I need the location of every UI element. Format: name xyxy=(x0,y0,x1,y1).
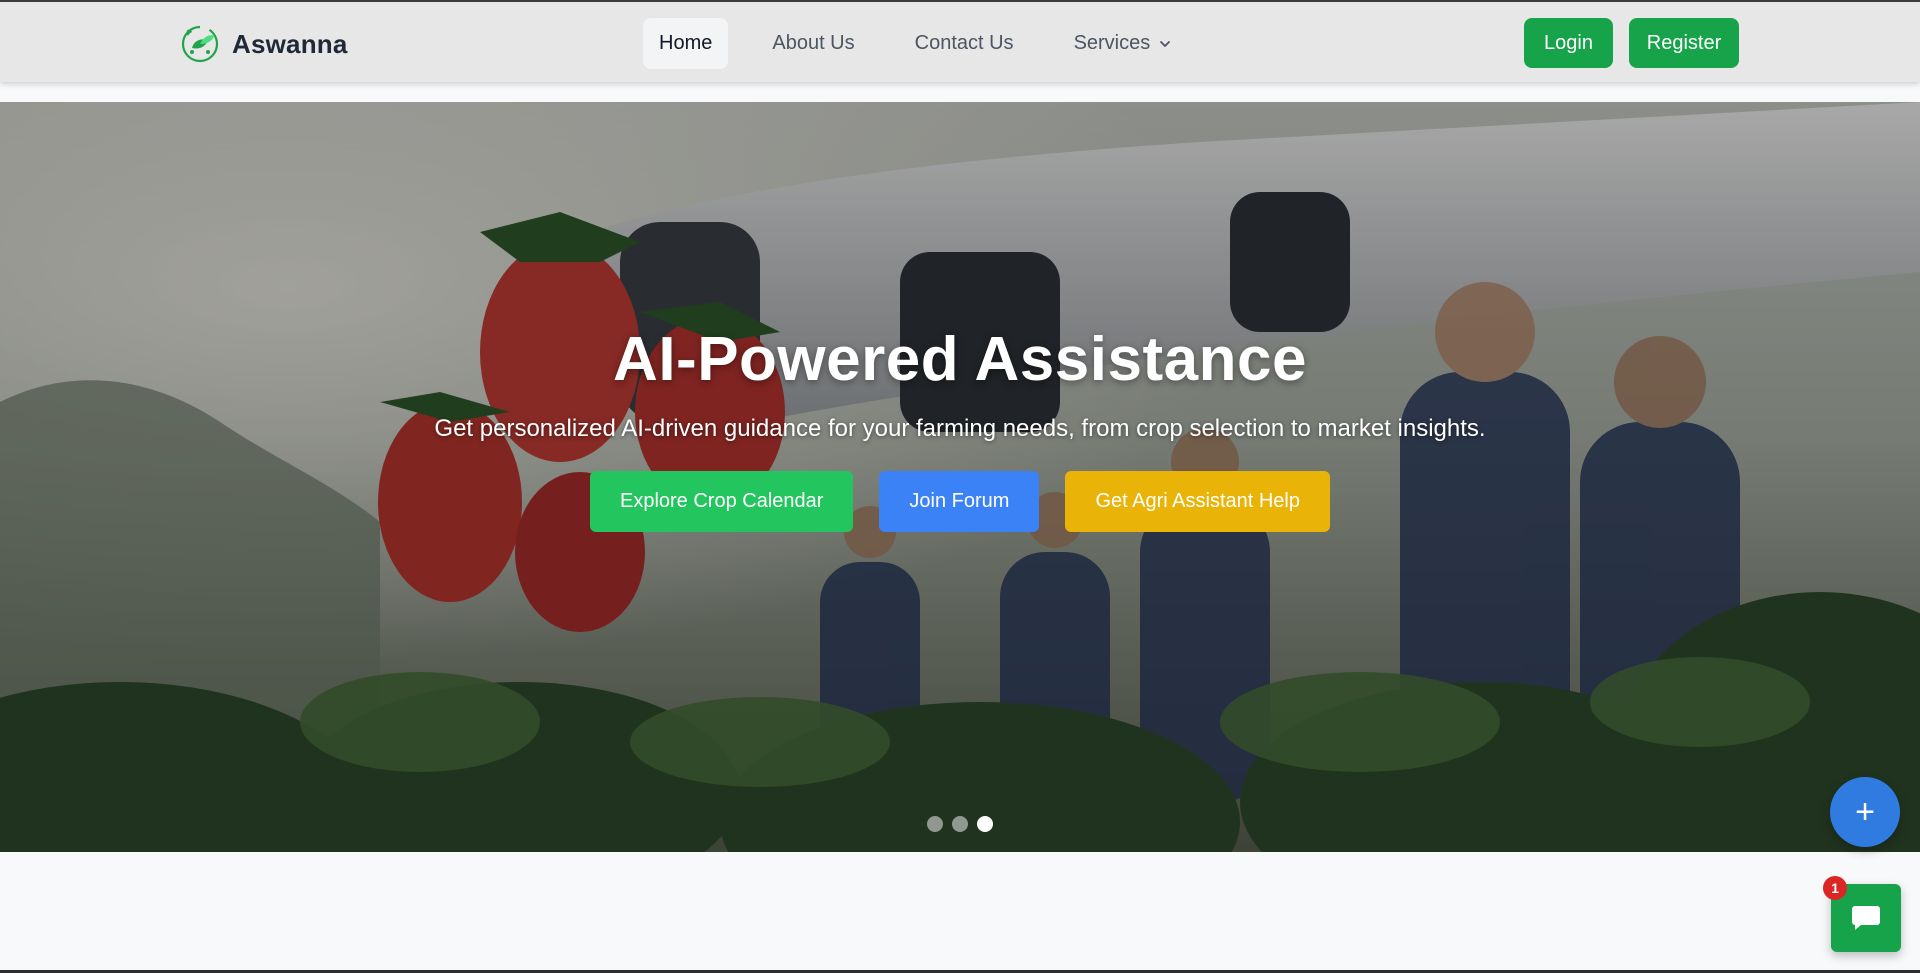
login-button[interactable]: Login xyxy=(1524,18,1613,68)
floating-add-button[interactable]: + xyxy=(1830,777,1900,847)
auth-buttons: Login Register xyxy=(1524,18,1739,68)
hero-actions: Explore Crop Calendar Join Forum Get Agr… xyxy=(0,471,1920,532)
leaf-logo-icon xyxy=(181,25,219,63)
brand-name: Aswanna xyxy=(232,28,348,59)
brand[interactable]: Aswanna xyxy=(178,22,348,66)
chevron-down-icon xyxy=(1160,40,1171,47)
hero-title: AI-Powered Assistance xyxy=(613,325,1307,394)
nav-contact-label: Contact Us xyxy=(914,32,1014,54)
hero-carousel: AI-Powered Assistance Get personalized A… xyxy=(0,102,1920,852)
carousel-dot-3[interactable] xyxy=(977,816,993,832)
main-nav: Home About Us Contact Us Services xyxy=(643,18,1188,69)
hero-content: AI-Powered Assistance Get personalized A… xyxy=(0,324,1920,532)
register-button[interactable]: Register xyxy=(1629,18,1739,68)
navbar: Aswanna Home About Us Contact Us Service… xyxy=(0,0,1920,82)
nav-services-label: Services xyxy=(1073,32,1151,54)
carousel-dot-1[interactable] xyxy=(927,816,943,832)
plus-icon: + xyxy=(1855,793,1875,831)
nav-services-dropdown[interactable]: Services xyxy=(1058,18,1189,69)
hero-subtitle: Get personalized AI-driven guidance for … xyxy=(434,415,1486,442)
nav-about-label: About Us xyxy=(772,32,855,54)
carousel-indicators xyxy=(927,816,993,832)
carousel-dot-2[interactable] xyxy=(952,816,968,832)
chat-notification-badge: 1 xyxy=(1823,876,1847,900)
nav-home[interactable]: Home xyxy=(643,18,729,69)
explore-crop-calendar-button[interactable]: Explore Crop Calendar xyxy=(589,471,854,532)
agri-assistant-help-button[interactable]: Get Agri Assistant Help xyxy=(1065,471,1330,532)
join-forum-button[interactable]: Join Forum xyxy=(879,471,1040,532)
chat-bubble-icon xyxy=(1852,906,1880,930)
nav-about-us[interactable]: About Us xyxy=(756,18,870,69)
nav-contact-us[interactable]: Contact Us xyxy=(899,18,1030,69)
nav-home-label: Home xyxy=(659,32,713,54)
